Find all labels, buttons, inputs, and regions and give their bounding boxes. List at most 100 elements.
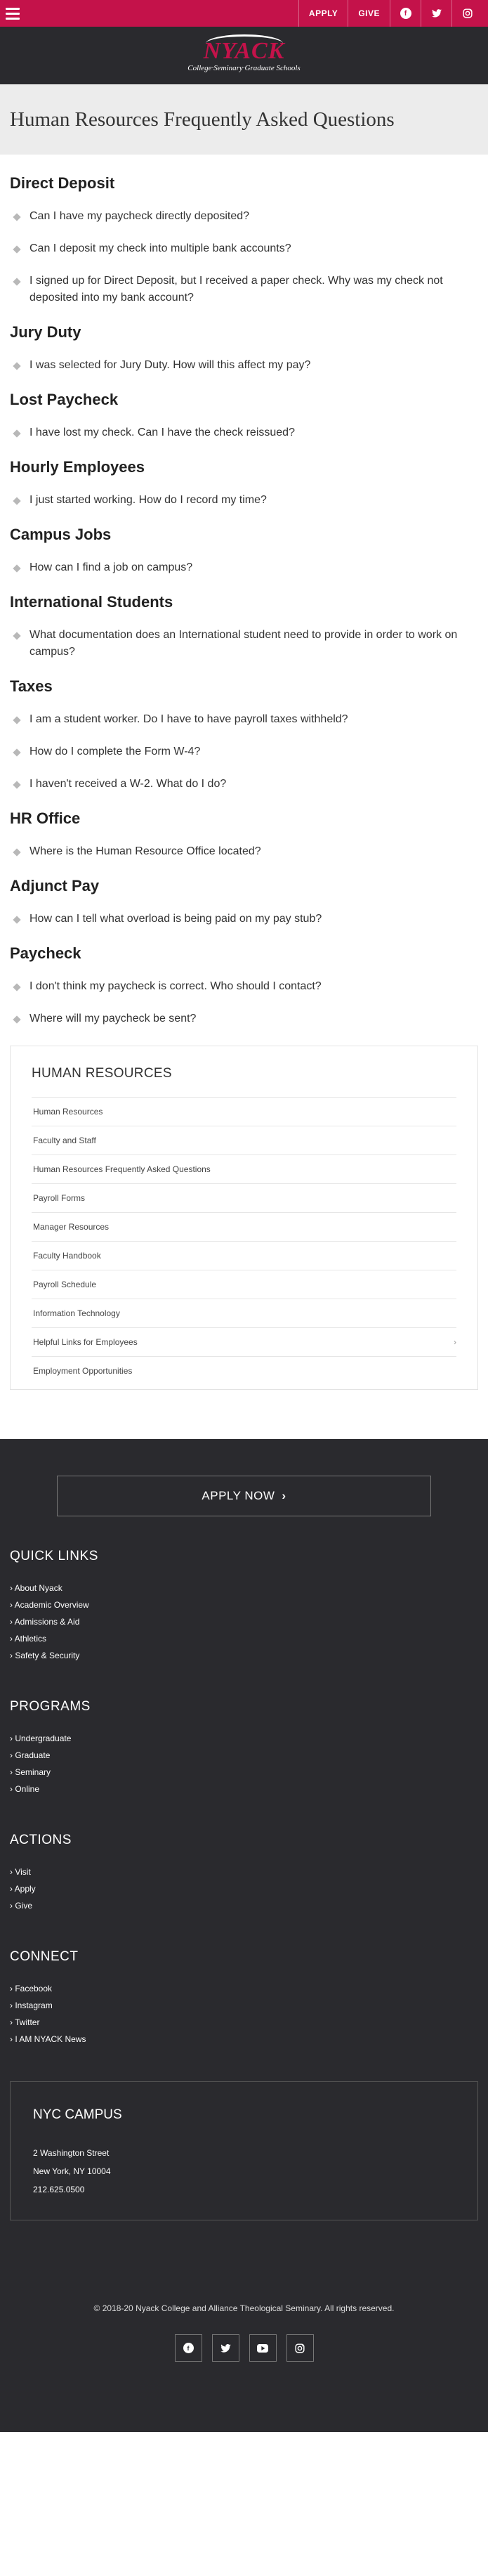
faq-question[interactable]: Where will my paycheck be sent?	[10, 1010, 478, 1027]
footer-link[interactable]: › Visit	[10, 1863, 478, 1880]
apply-now-button[interactable]: APPLY NOW ›	[57, 1476, 431, 1516]
faq-question-text: How can I tell what overload is being pa…	[29, 913, 322, 925]
nav-list: Human Resources Faculty and Staff Human Re…	[32, 1097, 456, 1385]
footer-link[interactable]: › Admissions & Aid	[10, 1613, 478, 1630]
footer-link[interactable]: › Apply	[10, 1880, 478, 1897]
faq-question[interactable]: How can I find a job on campus?	[10, 559, 478, 576]
page-hero: Human Resources Frequently Asked Questio…	[0, 84, 488, 155]
diamond-bullet-icon	[13, 632, 21, 640]
faq-question-text: Where will my paycheck be sent?	[29, 1013, 197, 1024]
actions-list: › Visit › Apply › Give	[10, 1863, 478, 1914]
quick-links-list: › About Nyack › Academic Overview › Admiss…	[10, 1580, 478, 1664]
faq-question-list: I was selected for Jury Duty. How will t…	[10, 357, 478, 374]
copyright: © 2018-20 Nyack College and Alliance The…	[93, 2303, 395, 2313]
campus-address-line1: 2 Washington Street	[33, 2148, 110, 2158]
faq-question[interactable]: I signed up for Direct Deposit, but I re…	[10, 273, 478, 306]
faq-category-heading: Paycheck	[10, 944, 81, 962]
footer-youtube-link[interactable]	[249, 2334, 277, 2362]
footer-link[interactable]: › About Nyack	[10, 1580, 478, 1596]
faq-category-heading: Taxes	[10, 677, 53, 695]
footer-link[interactable]: › Safety & Security	[10, 1647, 478, 1664]
diamond-bullet-icon	[13, 781, 21, 789]
faq-question-list: How can I find a job on campus?	[10, 559, 478, 576]
footer-link[interactable]: › I AM NYACK News	[10, 2031, 478, 2048]
nav-item[interactable]: Human Resources Frequently Asked Questio…	[32, 1154, 456, 1183]
footer-link[interactable]: › Academic Overview	[10, 1596, 478, 1613]
instagram-icon	[462, 8, 473, 18]
nav-item[interactable]: Information Technology	[32, 1299, 456, 1327]
diamond-bullet-icon	[13, 564, 21, 573]
faq-question-list: What documentation does an International…	[10, 627, 478, 661]
faq-question[interactable]: What documentation does an International…	[10, 627, 478, 661]
nav-item[interactable]: Human Resources	[32, 1097, 456, 1126]
faq-question[interactable]: How can I tell what overload is being pa…	[10, 911, 478, 928]
faq-question[interactable]: How do I complete the Form W-4?	[10, 743, 478, 760]
top-bar: APPLY GIVE f	[0, 0, 488, 27]
apply-top-link[interactable]: APPLY	[298, 0, 348, 27]
diamond-bullet-icon	[13, 362, 21, 370]
hamburger-menu-icon[interactable]	[6, 4, 24, 22]
footer-link[interactable]: › Graduate	[10, 1747, 478, 1764]
diamond-bullet-icon	[13, 497, 21, 505]
logo-swoosh	[205, 34, 283, 53]
faq-category-heading: Adjunct Pay	[10, 877, 100, 895]
faq-category-heading: Lost Paycheck	[10, 391, 119, 408]
programs-section: PROGRAMS › Undergraduate › Graduate › Semi…	[0, 1699, 488, 1797]
give-top-link[interactable]: GIVE	[348, 0, 390, 27]
nav-item[interactable]: Helpful Links for Employees ›	[32, 1327, 456, 1356]
footer-link[interactable]: › Athletics	[10, 1630, 478, 1647]
footer-link[interactable]: › Facebook	[10, 1980, 478, 1997]
faq-question[interactable]: I have lost my check. Can I have the che…	[10, 424, 478, 441]
nav-item[interactable]: Employment Opportunities	[32, 1356, 456, 1385]
faq-question[interactable]: Can I have my paycheck directly deposite…	[10, 208, 478, 225]
faq-question[interactable]: I am a student worker. Do I have to have…	[10, 711, 478, 728]
nav-item[interactable]: Manager Resources	[32, 1212, 456, 1241]
faq-question-text: How do I complete the Form W-4?	[29, 746, 201, 757]
nav-item[interactable]: Payroll Forms	[32, 1183, 456, 1212]
facebook-icon: f	[183, 2343, 194, 2353]
nav-item-label: Payroll Forms	[33, 1193, 86, 1203]
footer-social-links: f	[0, 2334, 488, 2362]
connect-heading: CONNECT	[10, 1949, 79, 1964]
faq-question-list: Can I have my paycheck directly deposite…	[10, 208, 478, 306]
nyc-campus-box: NYC CAMPUS 2 Washington Street New York,…	[10, 2081, 478, 2220]
nav-item[interactable]: Faculty and Staff	[32, 1126, 456, 1154]
faq-question[interactable]: Where is the Human Resource Office locat…	[10, 843, 478, 860]
footer-link[interactable]: › Give	[10, 1897, 478, 1914]
nav-item-label: Information Technology	[33, 1308, 120, 1318]
nav-item-label: Faculty and Staff	[33, 1136, 96, 1145]
faq-question[interactable]: Can I deposit my check into multiple ban…	[10, 240, 478, 257]
faq-category-heading: Campus Jobs	[10, 526, 112, 543]
faq-question-list: I don't think my paycheck is correct. Wh…	[10, 978, 478, 1027]
faq-question-text: Can I have my paycheck directly deposite…	[29, 210, 250, 222]
footer-instagram-link[interactable]	[286, 2334, 314, 2362]
faq-question[interactable]: I don't think my paycheck is correct. Wh…	[10, 978, 478, 995]
faq-question-list: Where is the Human Resource Office locat…	[10, 843, 478, 860]
footer-link[interactable]: › Instagram	[10, 1997, 478, 2014]
diamond-bullet-icon	[13, 716, 21, 724]
instagram-top-link[interactable]	[451, 0, 482, 27]
footer-twitter-link[interactable]	[211, 2334, 239, 2362]
site-footer: APPLY NOW › QUICK LINKS › About Nyack › A…	[0, 1439, 488, 2432]
footer-link[interactable]: › Online	[10, 1781, 478, 1797]
footer-link[interactable]: › Twitter	[10, 2014, 478, 2031]
nav-item[interactable]: Payroll Schedule	[32, 1270, 456, 1299]
chevron-right-icon[interactable]: ›	[454, 1337, 456, 1347]
footer-link[interactable]: › Undergraduate	[10, 1730, 478, 1747]
instagram-icon	[295, 2343, 305, 2353]
faq-question[interactable]: I haven't received a W-2. What do I do?	[10, 776, 478, 793]
facebook-top-link[interactable]: f	[390, 0, 421, 27]
nav-item[interactable]: Faculty Handbook	[32, 1241, 456, 1270]
footer-facebook-link[interactable]: f	[174, 2334, 202, 2362]
campus-phone[interactable]: 212.625.0500	[33, 2180, 455, 2199]
faq-question-text: What documentation does an International…	[29, 629, 458, 658]
diamond-bullet-icon	[13, 848, 21, 857]
twitter-top-link[interactable]	[421, 0, 451, 27]
nav-item-label: Helpful Links for Employees	[33, 1337, 138, 1347]
footer-link[interactable]: › Seminary	[10, 1764, 478, 1781]
nyack-logo[interactable]: NYACK College·Seminary·Graduate Schools	[187, 34, 301, 72]
campus-name: NYC CAMPUS	[33, 2107, 122, 2122]
faq-question[interactable]: I just started working. How do I record …	[10, 492, 478, 509]
diamond-bullet-icon	[13, 1015, 21, 1024]
faq-question[interactable]: I was selected for Jury Duty. How will t…	[10, 357, 478, 374]
